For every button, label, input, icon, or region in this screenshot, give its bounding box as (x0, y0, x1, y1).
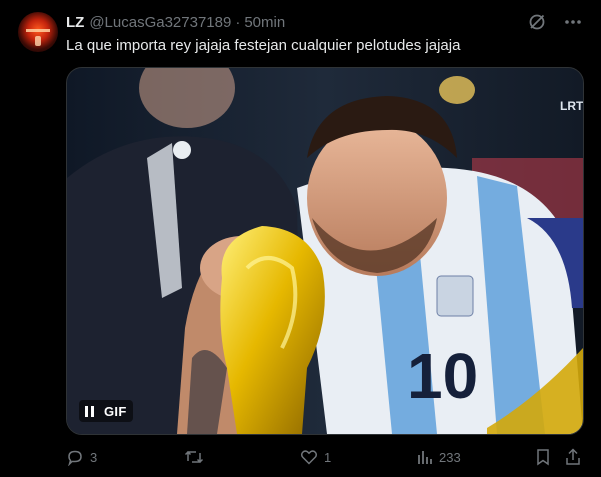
tweet-header: LZ @LucasGa32737189 · 50min (66, 12, 285, 32)
svg-text:10: 10 (407, 340, 478, 412)
reply-button[interactable]: 3 (66, 446, 97, 468)
heart-icon (300, 450, 318, 465)
view-count: 233 (439, 449, 461, 465)
retweet-button[interactable] (184, 446, 210, 468)
bookmark-icon (537, 449, 549, 466)
display-name[interactable]: LZ (66, 14, 84, 31)
tweet-text: La que importa rey jajaja festejan cualq… (66, 37, 461, 54)
timestamp[interactable]: 50min (244, 14, 285, 31)
reply-count: 3 (90, 449, 98, 465)
bookmark-button[interactable] (535, 446, 551, 468)
gif-image: LRT 10 (67, 68, 583, 434)
grok-icon[interactable] (527, 12, 547, 32)
views-icon (418, 451, 432, 464)
share-button[interactable] (565, 446, 581, 468)
share-icon (566, 448, 580, 465)
gif-badge: GIF (79, 400, 133, 422)
gif-media[interactable]: LRT 10 GIF (66, 67, 584, 435)
like-button[interactable]: 1 (300, 446, 331, 468)
svg-text:LRT: LRT (560, 99, 583, 113)
gif-label: GIF (104, 403, 127, 419)
views-button[interactable]: 233 (417, 446, 461, 468)
retweet-icon (184, 450, 204, 464)
reply-icon (68, 450, 82, 466)
like-count: 1 (324, 449, 332, 465)
pause-icon[interactable] (85, 405, 94, 417)
header-icons (527, 12, 583, 32)
separator: · (235, 13, 241, 31)
action-bar: 3 1 233 (66, 446, 586, 468)
more-options-icon[interactable] (563, 12, 583, 32)
user-handle[interactable]: @LucasGa32737189 (89, 14, 231, 31)
avatar[interactable] (18, 12, 58, 52)
